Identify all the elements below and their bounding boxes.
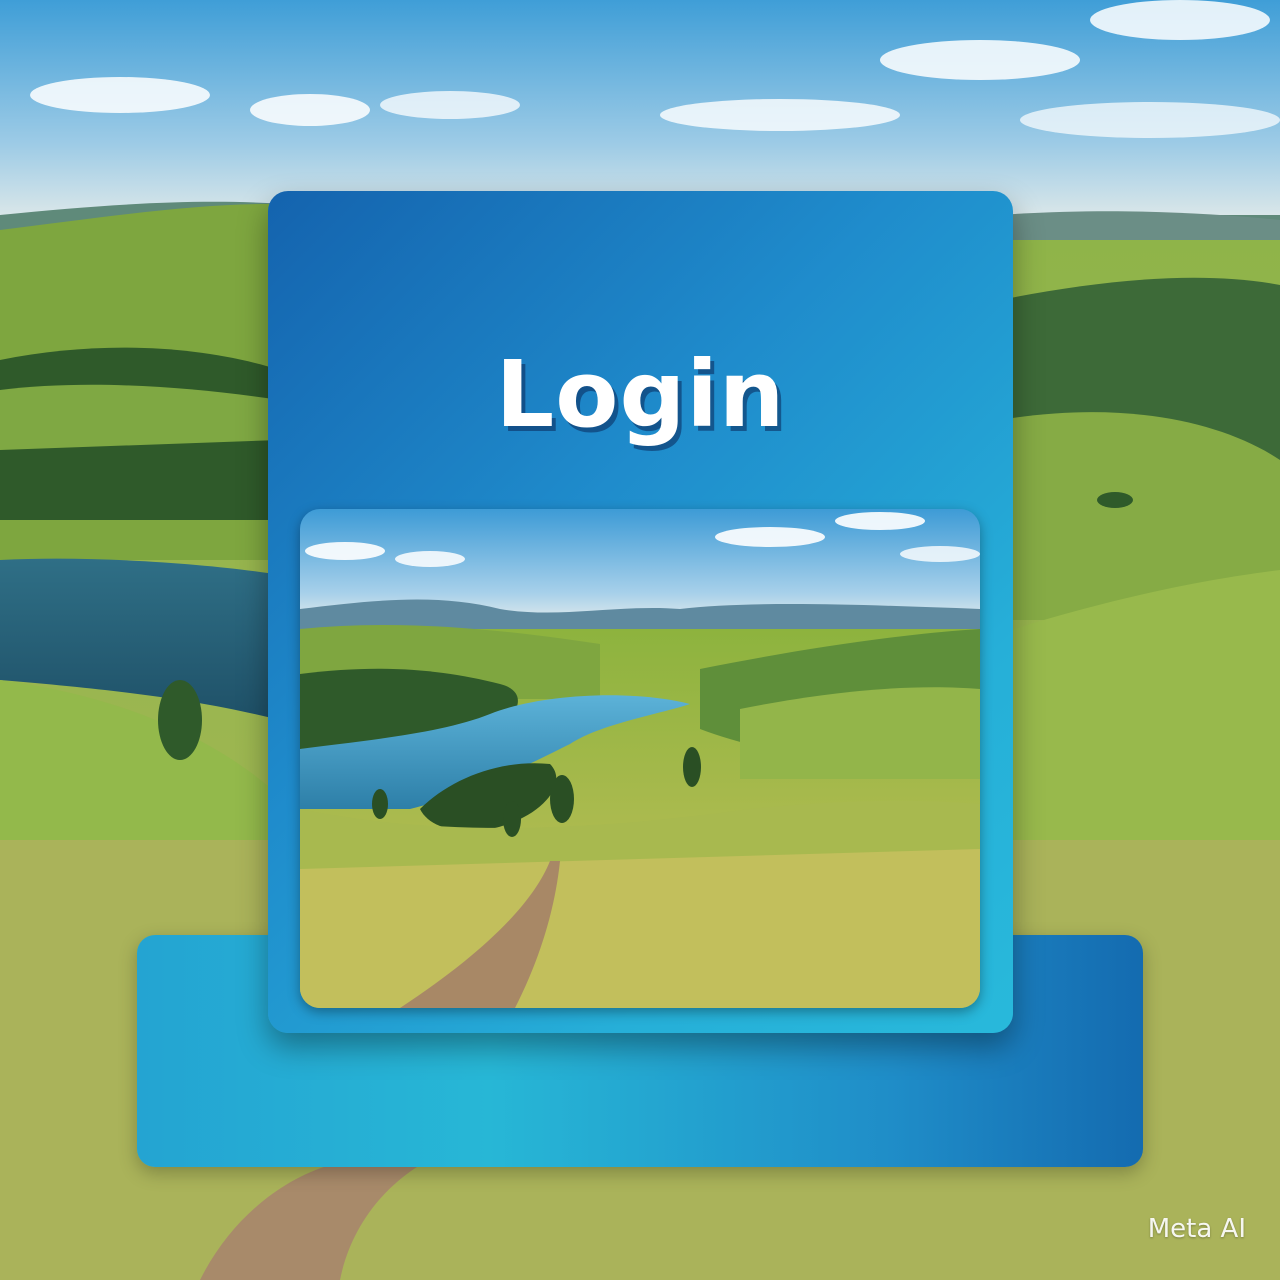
login-card-image — [300, 509, 980, 1008]
login-card: Login — [268, 191, 1013, 1033]
meta-ai-watermark: Meta AI — [1147, 1214, 1246, 1244]
login-title: Login — [495, 341, 786, 448]
login-screen: Login Meta AI — [0, 0, 1280, 1280]
